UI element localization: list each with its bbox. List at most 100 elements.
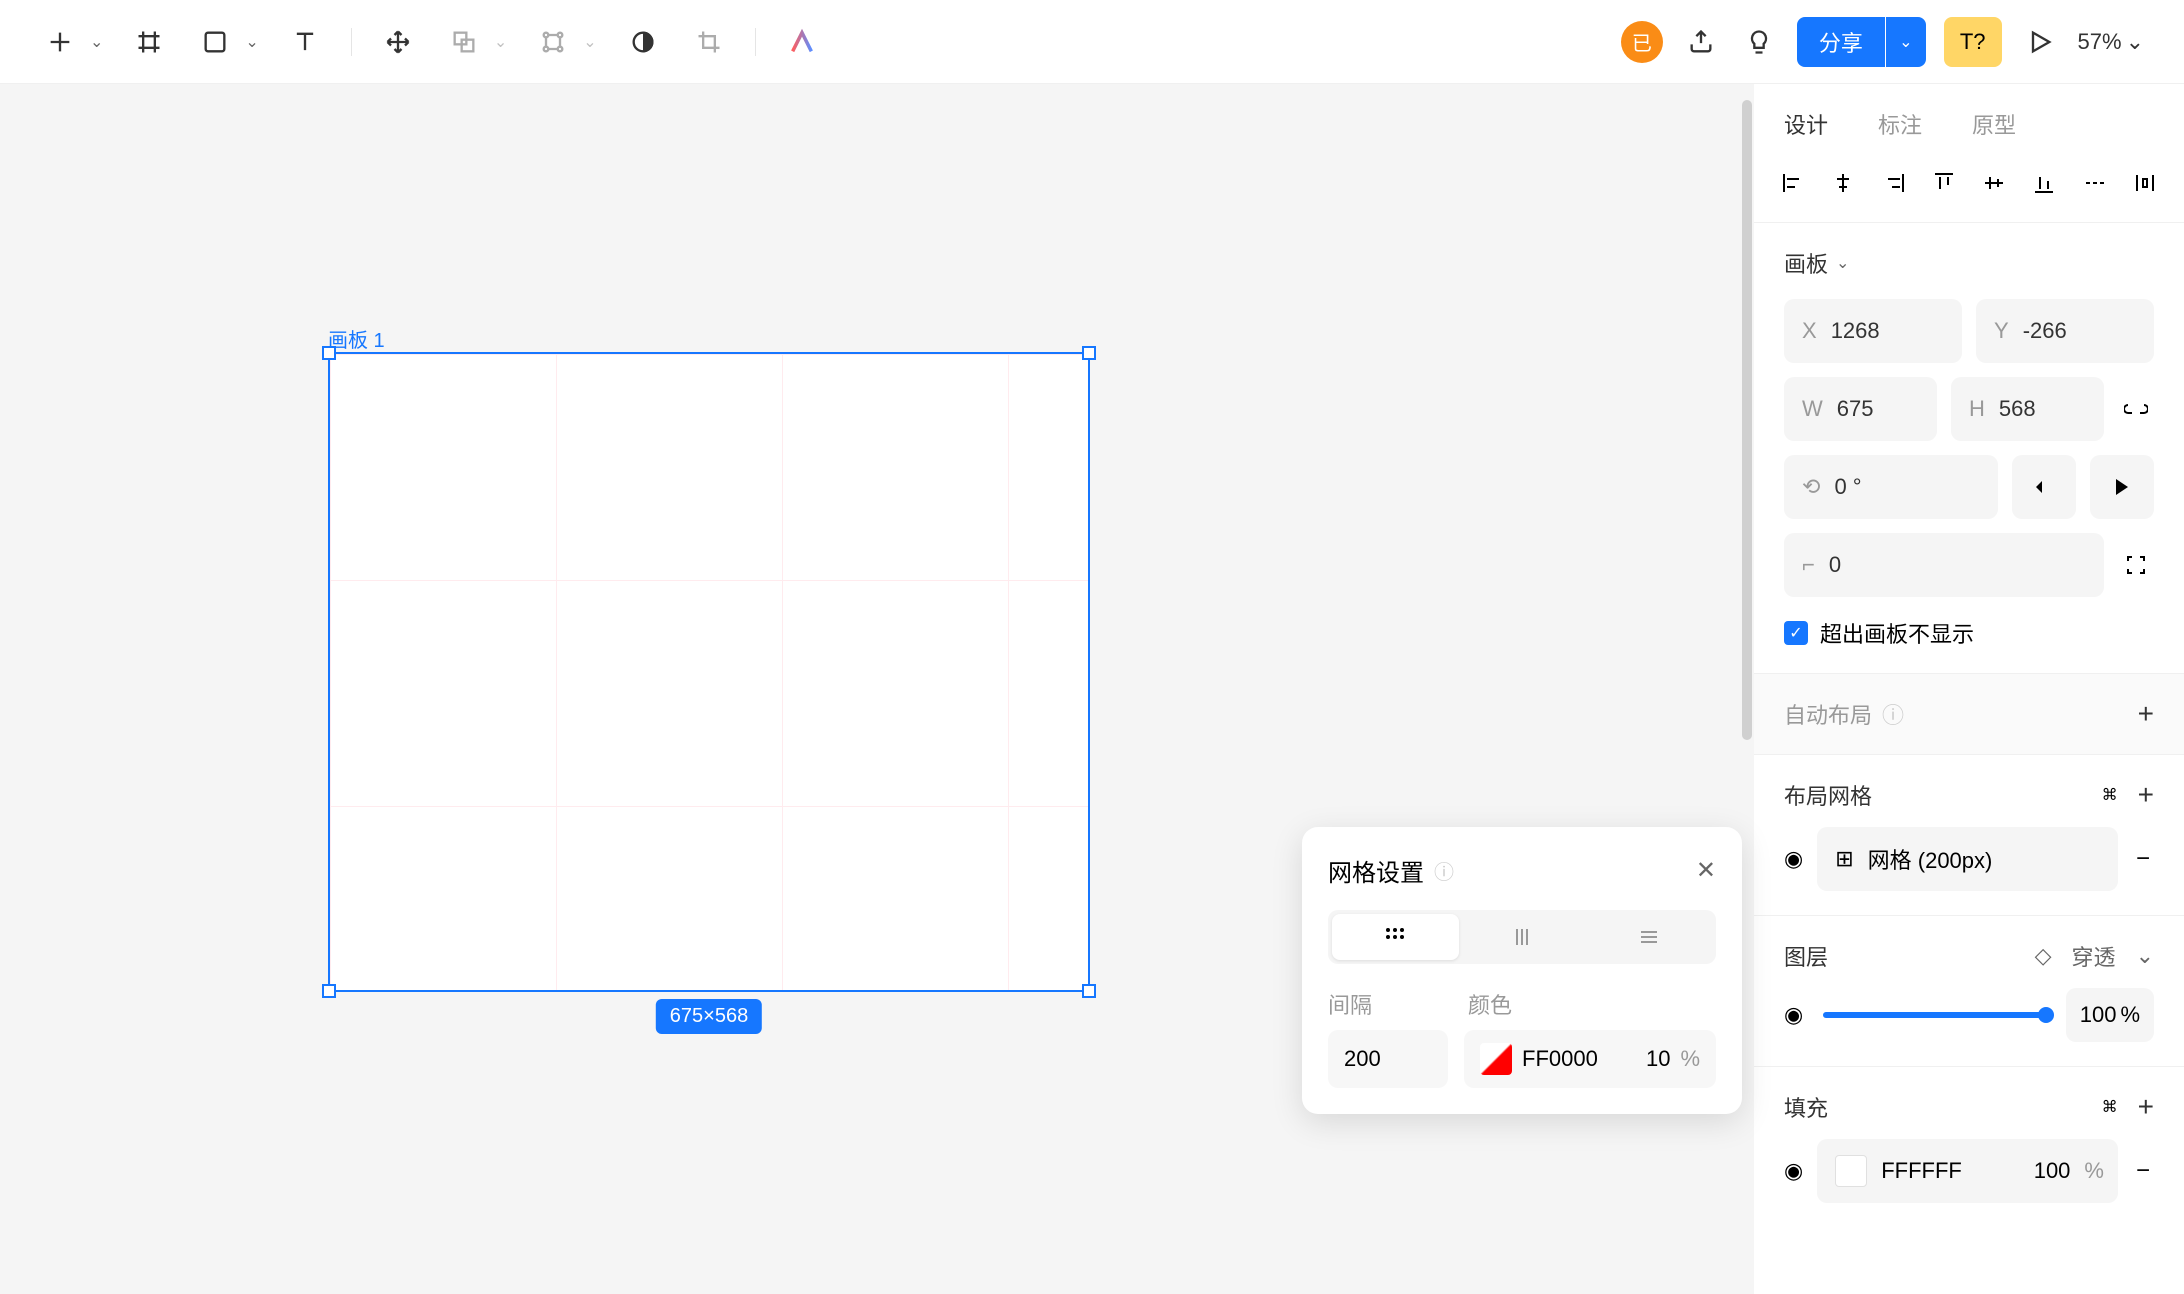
resize-handle-tl[interactable] (322, 346, 336, 360)
properties-panel: 设计 标注 原型 画板⌄ X1268 Y-266 W675 H568 ⟲0 ° … (1754, 84, 2184, 1294)
add-tool-chevron[interactable]: ⌄ (90, 32, 103, 52)
spacing-label: 间隔 (1328, 988, 1448, 1020)
boolean-tool[interactable] (444, 22, 484, 62)
y-input[interactable]: Y-266 (1976, 299, 2154, 363)
resize-handle-bl[interactable] (322, 984, 336, 998)
hint-icon[interactable] (1739, 22, 1779, 62)
text-tool[interactable] (285, 22, 325, 62)
grid-type-segmented (1328, 910, 1716, 964)
grid-type-grid[interactable] (1332, 914, 1459, 960)
distribute-h-icon[interactable] (2080, 168, 2110, 198)
align-top-icon[interactable] (1929, 168, 1959, 198)
artboard-section: 画板⌄ X1268 Y-266 W675 H568 ⟲0 ° ⌐0 ✓ 超出画板… (1754, 222, 2184, 673)
artboard-section-title: 画板 (1784, 247, 1828, 279)
top-toolbar: ⌄ ⌄ ⌄ ⌄ 已 分享 ⌄ T? 57%⌄ (0, 0, 2184, 84)
play-button[interactable] (2020, 22, 2060, 62)
remove-grid-button[interactable]: − (2132, 845, 2154, 873)
zoom-control[interactable]: 57%⌄ (2078, 29, 2144, 55)
fill-item[interactable]: FFFFFF 100 % (1817, 1139, 2118, 1203)
layout-grid-title: 布局网格 (1784, 779, 1872, 811)
align-center-v-icon[interactable] (1979, 168, 2009, 198)
height-input[interactable]: H568 (1951, 377, 2104, 441)
corner-expand-icon[interactable] (2118, 533, 2154, 597)
width-input[interactable]: W675 (1784, 377, 1937, 441)
grid-color-input[interactable]: FF0000 10 % (1464, 1030, 1716, 1088)
component-tool[interactable] (533, 22, 573, 62)
export-icon[interactable] (1681, 22, 1721, 62)
layout-grid-section: 布局网格 ⌘ + ◉ ⊞ 网格 (200px) − (1754, 754, 2184, 915)
share-button[interactable]: 分享 (1797, 17, 1885, 67)
flip-v-button[interactable] (2090, 455, 2154, 519)
fill-section: 填充 ⌘ + ◉ FFFFFF 100 % − (1754, 1066, 2184, 1227)
tab-prototype[interactable]: 原型 (1972, 108, 2016, 140)
shape-tool-chevron[interactable]: ⌄ (245, 32, 258, 52)
status-badge[interactable]: 已 (1621, 21, 1663, 63)
grid-visibility-toggle[interactable]: ◉ (1784, 846, 1803, 872)
popup-title: 网格设置 (1328, 853, 1424, 888)
remove-fill-button[interactable]: − (2132, 1157, 2154, 1185)
info-icon[interactable]: ⓘ (1434, 856, 1454, 885)
rectangle-tool[interactable] (195, 22, 235, 62)
auto-layout-label: 自动布局 (1784, 698, 1872, 730)
grid-settings-popup: 网格设置ⓘ ✕ 间隔 颜色 200 FF0000 10 % (1302, 827, 1742, 1114)
grid-color-swatch[interactable] (1480, 1043, 1512, 1075)
chevron-down-icon[interactable]: ⌄ (1836, 253, 1849, 273)
blend-mode-icon: ◇ (2035, 943, 2052, 969)
tq-button[interactable]: T? (1944, 17, 2002, 67)
align-left-icon[interactable] (1778, 168, 1808, 198)
fill-color-swatch[interactable] (1835, 1155, 1867, 1187)
add-fill-button[interactable]: + (2138, 1091, 2154, 1123)
grid-type-columns[interactable] (1459, 914, 1586, 960)
share-chevron[interactable]: ⌄ (1886, 17, 1926, 67)
link-dimensions-icon[interactable] (2118, 377, 2154, 441)
layer-visibility-toggle[interactable]: ◉ (1784, 1002, 1803, 1028)
layer-section: 图层 ◇ 穿透 ⌄ ◉ 100% (1754, 915, 2184, 1066)
fill-opacity-value[interactable]: 100 (2034, 1158, 2071, 1184)
crop-tool[interactable] (689, 22, 729, 62)
opacity-slider[interactable] (1823, 1012, 2046, 1018)
blend-chevron-icon[interactable]: ⌄ (2136, 943, 2154, 969)
add-tool[interactable] (40, 22, 80, 62)
component-chevron[interactable]: ⌄ (583, 32, 596, 52)
x-input[interactable]: X1268 (1784, 299, 1962, 363)
dimension-badge: 675×568 (656, 999, 762, 1034)
tab-annotate[interactable]: 标注 (1878, 108, 1922, 140)
align-bottom-icon[interactable] (2029, 168, 2059, 198)
panel-tabs: 设计 标注 原型 (1754, 84, 2184, 168)
blend-mode-select[interactable]: 穿透 (2072, 940, 2116, 972)
fill-opacity-unit: % (2084, 1158, 2118, 1184)
frame-tool[interactable] (129, 22, 169, 62)
corner-radius-input[interactable]: ⌐0 (1784, 533, 2104, 597)
fill-hex-value[interactable]: FFFFFF (1881, 1158, 2020, 1184)
rotation-input[interactable]: ⟲0 ° (1784, 455, 1998, 519)
info-icon[interactable]: ⓘ (1882, 698, 1904, 730)
auto-layout-section: 自动布局 ⓘ + (1754, 673, 2184, 754)
grid-item-label: 网格 (200px) (1868, 843, 1993, 875)
align-right-icon[interactable] (1879, 168, 1909, 198)
artboard[interactable]: 675×568 (328, 352, 1090, 992)
fill-title: 填充 (1784, 1091, 1828, 1123)
resize-handle-br[interactable] (1082, 984, 1096, 998)
ai-tool[interactable] (782, 22, 822, 62)
move-tool[interactable] (378, 22, 418, 62)
grid-shortcut: ⌘ (2102, 785, 2118, 805)
add-grid-button[interactable]: + (2138, 779, 2154, 811)
boolean-chevron[interactable]: ⌄ (494, 32, 507, 52)
grid-item[interactable]: ⊞ 网格 (200px) (1817, 827, 2118, 891)
distribute-v-icon[interactable] (2130, 168, 2160, 198)
canvas-scrollbar[interactable] (1742, 100, 1752, 740)
grid-spacing-input[interactable]: 200 (1328, 1030, 1448, 1088)
resize-handle-tr[interactable] (1082, 346, 1096, 360)
grid-type-rows[interactable] (1585, 914, 1712, 960)
tab-design[interactable]: 设计 (1784, 108, 1828, 140)
add-auto-layout-button[interactable]: + (2138, 698, 2154, 730)
mask-tool[interactable] (623, 22, 663, 62)
flip-h-button[interactable] (2012, 455, 2076, 519)
clip-content-checkbox[interactable]: ✓ (1784, 621, 1808, 645)
fill-visibility-toggle[interactable]: ◉ (1784, 1158, 1803, 1184)
align-center-h-icon[interactable] (1828, 168, 1858, 198)
opacity-input[interactable]: 100% (2066, 988, 2154, 1042)
artboard-label[interactable]: 画板 1 (328, 324, 385, 353)
grid-icon: ⊞ (1835, 846, 1853, 872)
close-popup-button[interactable]: ✕ (1696, 856, 1716, 885)
